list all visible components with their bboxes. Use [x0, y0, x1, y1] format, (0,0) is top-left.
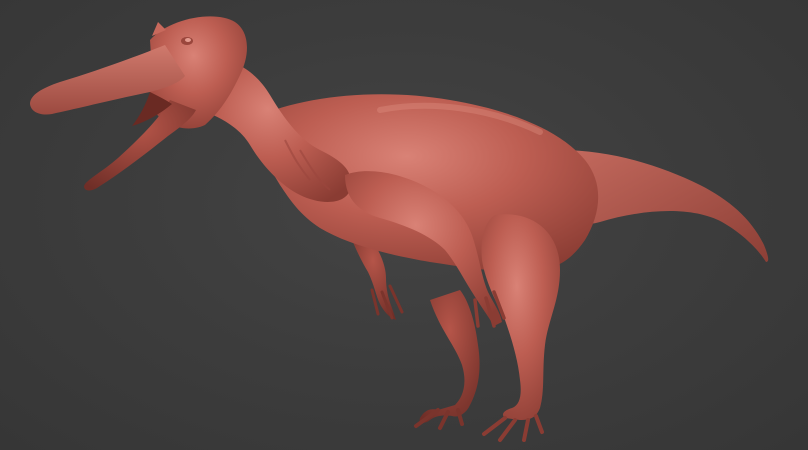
eye-highlight: [185, 38, 191, 42]
3d-viewport[interactable]: [0, 0, 808, 450]
lower-jaw: [84, 100, 196, 191]
far-hind-leg: [414, 290, 480, 430]
sculpt-render[interactable]: [0, 0, 808, 450]
